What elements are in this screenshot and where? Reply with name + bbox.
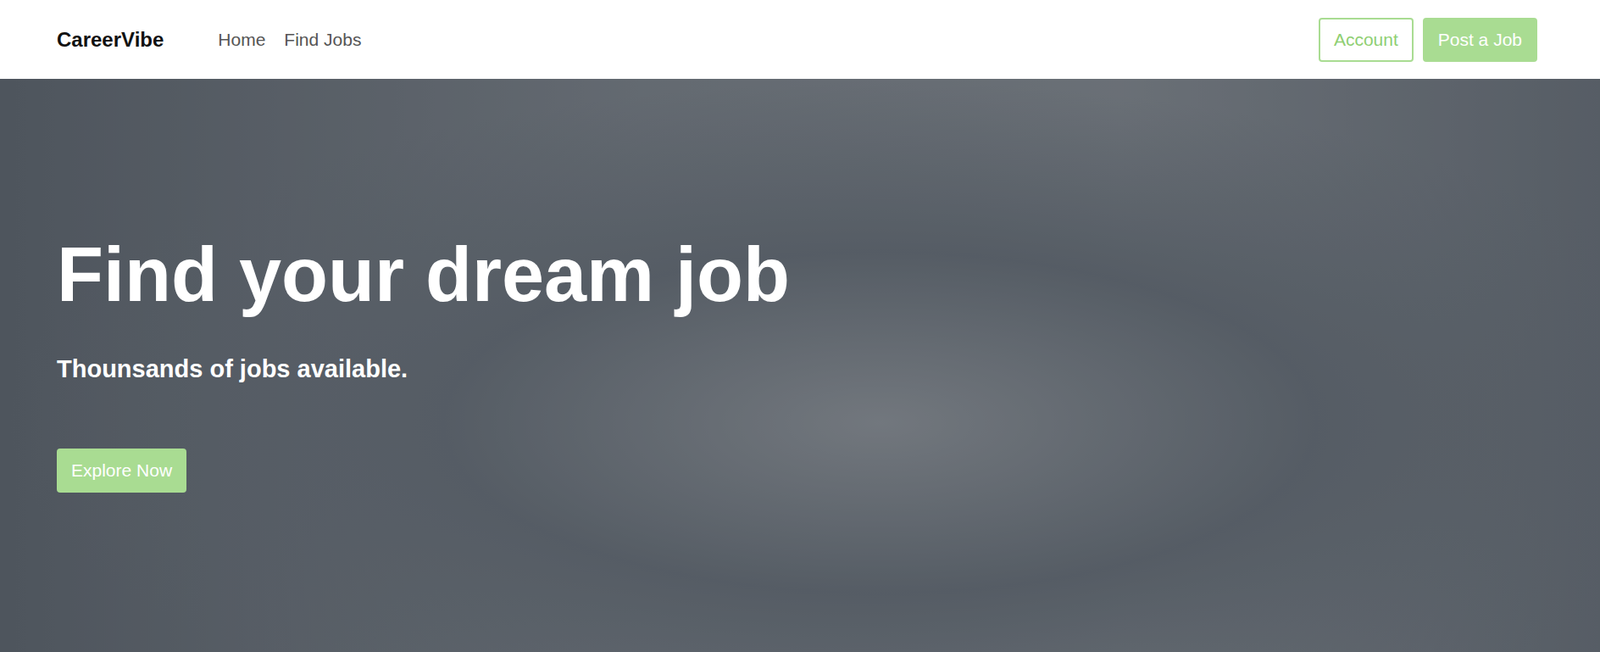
hero-section: Find your dream job Thounsands of jobs a… — [0, 78, 1600, 652]
filled-button[interactable]: Post a Job — [1422, 17, 1538, 62]
explore-button[interactable]: Explore Now — [56, 448, 187, 493]
nav-link[interactable]: Home — [217, 29, 266, 50]
page: CareerVibe Home Find Jobs AccountPost a J… — [0, 0, 1600, 652]
nav-links: Home Find Jobs — [217, 29, 362, 50]
hero-subtitle: Thounsands of jobs available. — [56, 354, 408, 384]
nav-link[interactable]: Find Jobs — [283, 29, 362, 50]
hero-title: Find your dream job — [56, 233, 790, 317]
brand-logo[interactable]: CareerVibe — [56, 27, 164, 52]
navbar: CareerVibe Home Find Jobs AccountPost a J… — [0, 0, 1600, 79]
outline-button[interactable]: Account — [1318, 17, 1414, 62]
